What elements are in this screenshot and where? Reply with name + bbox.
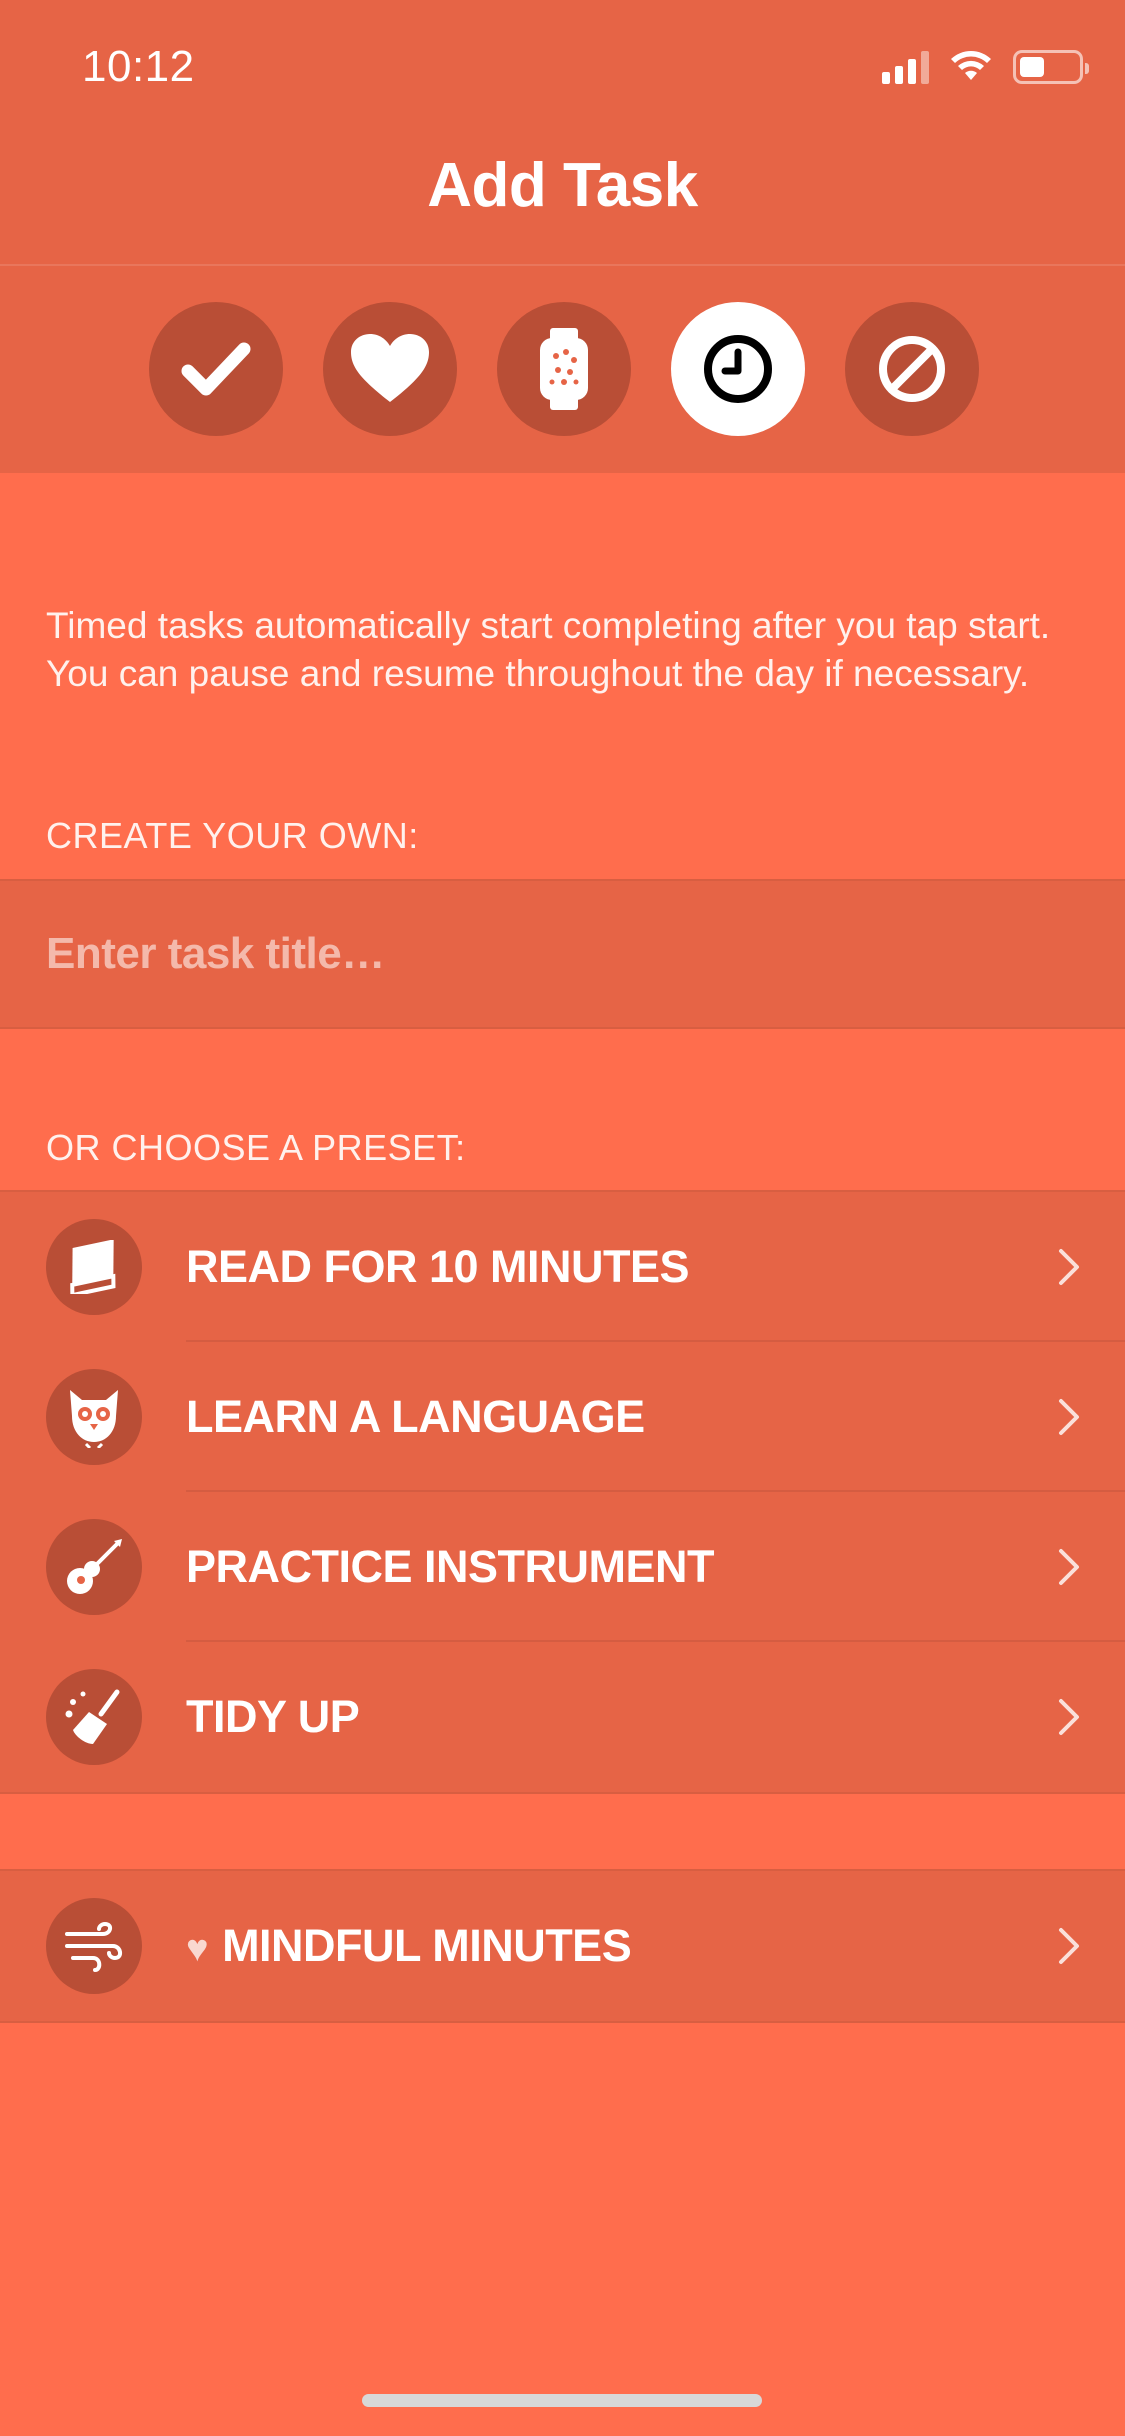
owl-icon <box>46 1369 142 1465</box>
header: 10:12 Add Task <box>0 0 1125 473</box>
task-title-input[interactable] <box>46 881 1086 1027</box>
timed-type-button[interactable] <box>671 302 805 436</box>
preset-item-label: TIDY UP <box>186 1691 360 1742</box>
status-bar: 10:12 <box>0 0 1125 132</box>
preset-item-label: PRACTICE INSTRUMENT <box>186 1541 715 1592</box>
mindful-minutes-label: MINDFUL MINUTES <box>222 1920 632 1971</box>
broom-icon <box>46 1669 142 1765</box>
home-indicator[interactable] <box>362 2394 762 2407</box>
health-list: ♥ MINDFUL MINUTES <box>0 1869 1125 2023</box>
book-icon <box>46 1219 142 1315</box>
heart-icon <box>351 334 429 402</box>
prohibited-type-button[interactable] <box>845 302 979 436</box>
checkmark-icon <box>181 342 251 396</box>
status-icons <box>882 50 1089 84</box>
chevron-right-icon <box>1059 1928 1079 1964</box>
apple-watch-icon <box>540 328 588 410</box>
battery-icon <box>1013 50 1089 84</box>
health-item-label: ♥ MINDFUL MINUTES <box>186 1871 632 2021</box>
timed-task-description: Timed tasks automatically start completi… <box>46 605 1051 694</box>
guitar-icon <box>46 1519 142 1615</box>
task-type-selector <box>0 302 1125 436</box>
chevron-right-icon <box>1059 1549 1079 1585</box>
cellular-signal-icon <box>882 50 929 84</box>
chevron-right-icon <box>1059 1699 1079 1735</box>
clock-icon <box>704 335 772 403</box>
preset-item-instrument[interactable]: PRACTICE INSTRUMENT <box>0 1492 1125 1642</box>
watch-type-button[interactable] <box>497 302 631 436</box>
prohibited-icon <box>879 336 945 402</box>
page-title: Add Task <box>427 151 698 220</box>
preset-item-tidy[interactable]: TIDY UP <box>0 1642 1125 1792</box>
preset-item-label: LEARN A LANGUAGE <box>186 1391 645 1442</box>
add-task-screen: 10:12 Add Task Timed tasks automatically… <box>0 0 1125 2436</box>
chevron-right-icon <box>1059 1249 1079 1285</box>
create-section-label: CREATE YOUR OWN: <box>46 815 419 856</box>
preset-section-label: OR CHOOSE A PRESET: <box>46 1127 466 1168</box>
wifi-icon <box>951 51 991 80</box>
task-title-row <box>0 879 1125 1029</box>
battery-level <box>1020 57 1044 77</box>
preset-list: READ FOR 10 MINUTES LEARN A LANGUAGE PRA… <box>0 1190 1125 1794</box>
heart-type-button[interactable] <box>323 302 457 436</box>
preset-item-read[interactable]: READ FOR 10 MINUTES <box>0 1192 1125 1342</box>
status-time: 10:12 <box>82 42 195 91</box>
checkmark-type-button[interactable] <box>149 302 283 436</box>
wind-icon <box>46 1898 142 1994</box>
preset-item-language[interactable]: LEARN A LANGUAGE <box>0 1342 1125 1492</box>
health-item-mindful[interactable]: ♥ MINDFUL MINUTES <box>0 1871 1125 2021</box>
nav-divider <box>0 264 1125 266</box>
heart-icon: ♥ <box>186 1928 209 1970</box>
chevron-right-icon <box>1059 1399 1079 1435</box>
preset-item-label: READ FOR 10 MINUTES <box>186 1241 690 1292</box>
